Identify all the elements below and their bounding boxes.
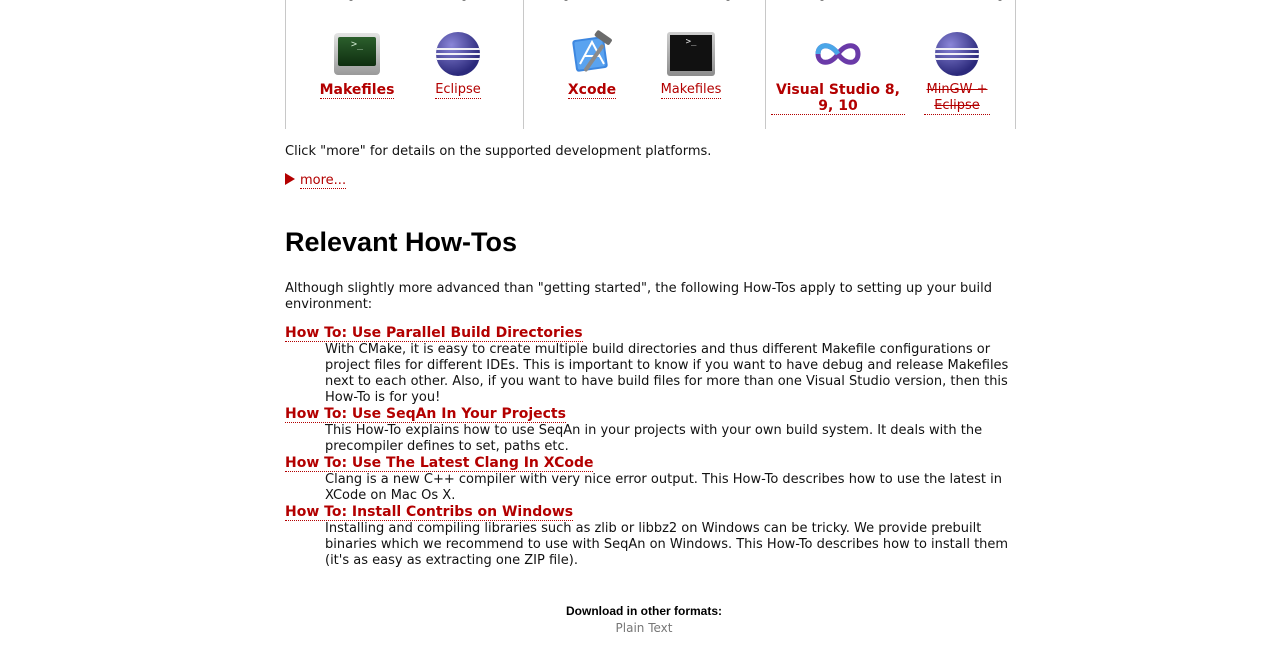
howto-item-title: How To: Use The Latest Clang In XCode <box>285 455 1020 472</box>
tool-link-makefiles-mac[interactable]: Makefiles <box>660 82 722 99</box>
platform-column-linux: >_ Makefiles Eclipse <box>285 0 523 129</box>
triangle-right-icon <box>285 173 295 185</box>
howto-item-description: Installing and compiling libraries such … <box>325 521 1009 568</box>
xcode-icon <box>568 30 616 78</box>
more-link[interactable]: more... <box>300 173 347 189</box>
howto-link-parallel-build[interactable]: How To: Use Parallel Build Directories <box>285 325 583 342</box>
howto-item-title: How To: Install Contribs on Windows <box>285 504 1020 521</box>
howto-list: How To: Use Parallel Build Directories W… <box>285 325 1020 569</box>
howtos-lead-text: Although slightly more advanced than "ge… <box>285 281 992 312</box>
terminal-green-icon: >_ <box>333 30 381 78</box>
howto-link-seqan-projects[interactable]: How To: Use SeqAn In Your Projects <box>285 406 566 423</box>
column-header-fragment <box>349 0 353 1</box>
more-toggle[interactable]: more... <box>285 172 347 189</box>
howto-item-description: With CMake, it is easy to create multipl… <box>325 342 1009 405</box>
tool-link-mingw-eclipse[interactable]: MinGW + Eclipse <box>924 82 990 115</box>
howto-link-latest-clang[interactable]: How To: Use The Latest Clang In XCode <box>285 455 594 472</box>
tool-makefiles-mac[interactable]: >_ Makefiles <box>631 30 751 99</box>
column-header-fragment <box>998 0 1002 1</box>
tool-link-visual-studio[interactable]: Visual Studio 8, 9, 10 <box>771 82 905 115</box>
section-heading-howtos: Relevant How-Tos <box>285 227 518 257</box>
howto-item-description: Clang is a new C++ compiler with very ni… <box>325 472 1002 503</box>
eclipse-icon <box>933 30 981 78</box>
tool-link-eclipse-linux[interactable]: Eclipse <box>435 82 481 99</box>
tool-eclipse-linux[interactable]: Eclipse <box>398 30 518 99</box>
column-header-fragment <box>462 0 466 1</box>
howto-item-description: This How-To explains how to use SeqAn in… <box>325 423 983 454</box>
howto-item-title: How To: Use Parallel Build Directories <box>285 325 1020 342</box>
visual-studio-icon <box>814 30 862 78</box>
download-formats-heading: Download in other formats: <box>566 604 722 618</box>
tool-visual-studio[interactable]: Visual Studio 8, 9, 10 <box>771 30 905 115</box>
howto-link-install-contribs[interactable]: How To: Install Contribs on Windows <box>285 504 574 521</box>
column-header-fragment <box>726 0 730 1</box>
platform-table: >_ Makefiles Eclipse Xcode >_ Makefiles … <box>285 0 1016 129</box>
download-formats-links: Plain Text <box>0 621 1288 635</box>
eclipse-icon <box>434 30 482 78</box>
tool-link-xcode[interactable]: Xcode <box>567 82 617 99</box>
tool-mingw-eclipse[interactable]: MinGW + Eclipse <box>897 30 1017 115</box>
platform-column-mac: Xcode >_ Makefiles <box>523 0 765 129</box>
column-header-fragment <box>564 0 568 1</box>
column-header-fragment <box>820 0 824 1</box>
terminal-black-icon: >_ <box>667 30 715 78</box>
plain-text-link[interactable]: Plain Text <box>616 621 673 635</box>
platform-column-windows: Visual Studio 8, 9, 10 MinGW + Eclipse <box>765 0 1016 129</box>
platforms-intro-text: Click "more" for details on the supporte… <box>285 144 712 159</box>
howto-item-title: How To: Use SeqAn In Your Projects <box>285 406 1020 423</box>
tool-link-makefiles-linux[interactable]: Makefiles <box>319 82 395 99</box>
